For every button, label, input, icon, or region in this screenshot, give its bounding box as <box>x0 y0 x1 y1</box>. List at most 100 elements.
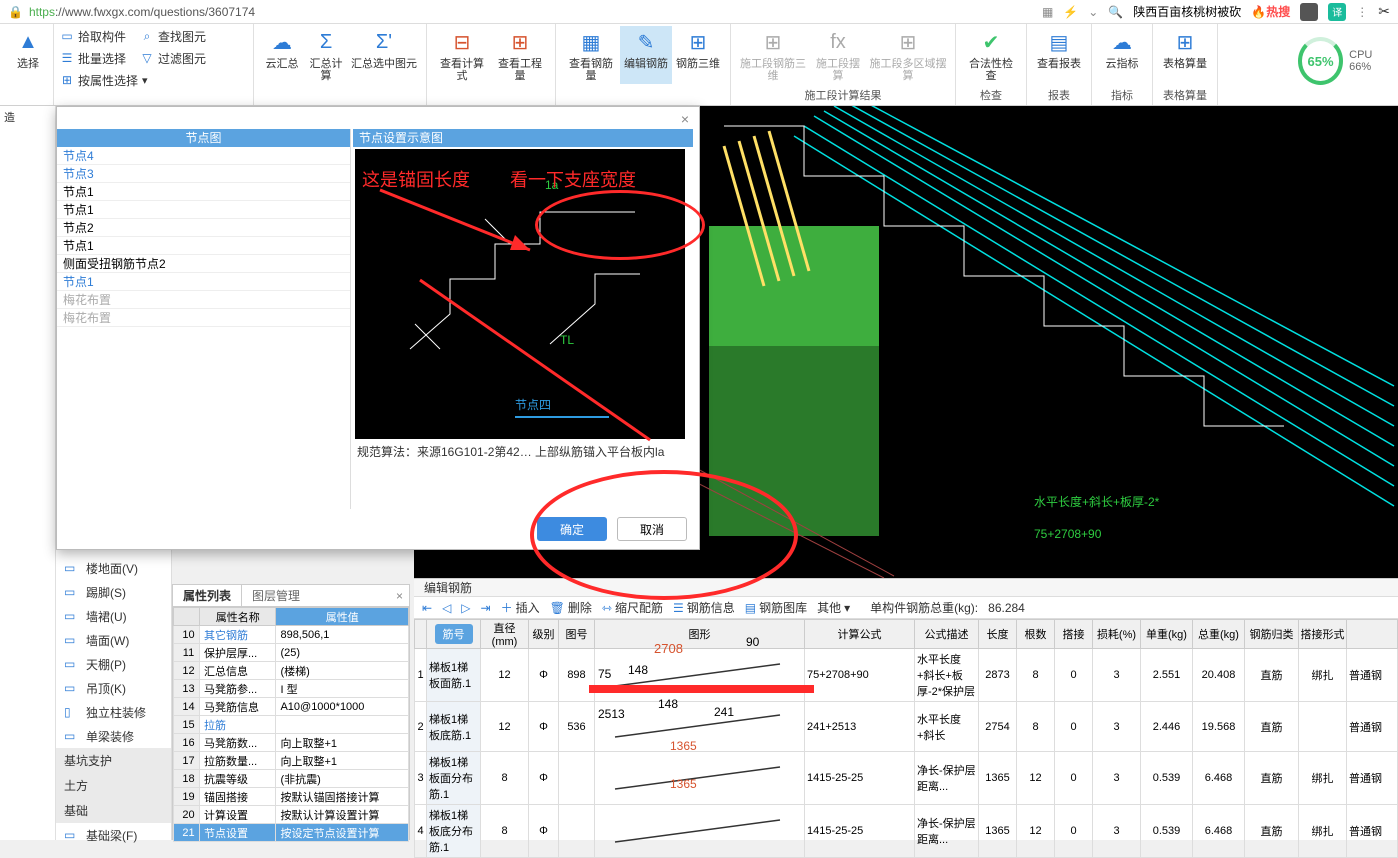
col-name-header[interactable]: 筋号 <box>435 624 473 644</box>
tree-wainscot[interactable]: ▭墙裙(U) <box>56 604 171 628</box>
info-icon: ☰ <box>673 601 684 615</box>
view-report-button[interactable]: ▤查看报表 <box>1033 26 1085 72</box>
info-button[interactable]: ☰钢筋信息 <box>673 599 735 616</box>
prev-icon: ◁ <box>442 601 451 615</box>
batch-select[interactable]: ☰批量选择 <box>60 48 126 68</box>
rebar-3d-button[interactable]: ⊞钢筋三维 <box>672 26 724 84</box>
tree-beam[interactable]: ▭单梁装修 <box>56 724 171 748</box>
node-row-3[interactable]: 节点3 <box>57 165 350 183</box>
nav-first[interactable]: ⇤ <box>422 601 432 615</box>
node-row[interactable]: 节点1 <box>57 201 350 219</box>
cloud-index-button[interactable]: ☁云指标 <box>1098 26 1146 72</box>
preview-title: 节点设置示意图 <box>353 129 693 147</box>
close-icon[interactable]: × <box>681 111 689 127</box>
prop-row[interactable]: 马凳筋信息 <box>200 698 276 716</box>
url-protocol: https <box>29 5 55 19</box>
prop-row[interactable]: 拉筋 <box>200 716 276 734</box>
nav-prev[interactable]: ◁ <box>442 601 451 615</box>
find-element[interactable]: ⌕查找图元 <box>140 26 206 46</box>
sum-calc-button[interactable]: Σ汇总计算 <box>304 26 348 84</box>
tab-layers[interactable]: 图层管理 <box>242 585 310 606</box>
rebar-row[interactable]: 4梯板1梯板底分布筋.18Φ 1415-25-25净长-保护层距离...1365… <box>415 805 1398 858</box>
sec-earth[interactable]: 土方 <box>56 773 171 798</box>
node-row[interactable]: 节点1 <box>57 273 350 291</box>
cursor-icon: ▲ <box>14 28 42 56</box>
rebar-row[interactable]: 2梯板1梯板底筋.112Φ536 241+2513水平长度+斜长27548032… <box>415 702 1398 752</box>
node-row-meihua[interactable]: 梅花布置 <box>57 309 350 327</box>
annotation-underline <box>589 685 814 693</box>
chevron-down-icon[interactable]: ⌄ <box>1088 5 1098 19</box>
node-row-4[interactable]: 节点4 <box>57 147 350 165</box>
view-qty-button[interactable]: ⊞查看工程量 <box>491 26 549 84</box>
tree-column[interactable]: ▯独立柱装修 <box>56 700 171 724</box>
extension-icon[interactable] <box>1300 3 1318 21</box>
nav-last[interactable]: ⇥ <box>481 601 491 615</box>
bolt-icon[interactable]: ⚡ <box>1063 5 1078 19</box>
graph-val: 2708 <box>654 641 683 656</box>
prop-row[interactable]: 保护层厚... <box>200 644 276 662</box>
apps-icon[interactable]: ▦ <box>1042 5 1053 19</box>
wainscot-icon: ▭ <box>64 609 80 623</box>
pick-component[interactable]: ▭拾取构件 <box>60 26 126 46</box>
sec-foundation[interactable]: 基础 <box>56 798 171 823</box>
prop-row[interactable]: 马凳筋数... <box>200 734 276 752</box>
scale-button[interactable]: ⇿缩尺配筋 <box>602 599 663 616</box>
skirting-icon: ▭ <box>64 585 80 599</box>
tab-properties[interactable]: 属性列表 <box>173 585 242 606</box>
tree-floor[interactable]: ▭楼地面(V) <box>56 556 171 580</box>
graph-val: 148 <box>628 663 648 677</box>
node-row[interactable]: 节点1 <box>57 237 350 255</box>
prop-row[interactable]: 马凳筋参... <box>200 680 276 698</box>
node-row-twist[interactable]: 侧面受扭钢筋节点2 <box>57 255 350 273</box>
tree-suspended[interactable]: ▭吊顶(K) <box>56 676 171 700</box>
table-calc-button[interactable]: ⊞表格算量 <box>1159 26 1211 72</box>
sec-pit[interactable]: 基坑支护 <box>56 748 171 773</box>
rebar-row[interactable]: 1梯板1梯板面筋.112Φ898 75+2708+90水平长度+斜长+板厚-2*… <box>415 649 1398 702</box>
validity-check-button[interactable]: ✔合法性检查 <box>962 26 1020 84</box>
prop-row[interactable]: 其它钢筋 <box>200 626 276 644</box>
prop-row[interactable]: 计算设置 <box>200 806 276 824</box>
tree-foundation-beam[interactable]: ▭基础梁(F) <box>56 823 171 847</box>
tree-skirting[interactable]: ▭踢脚(S) <box>56 580 171 604</box>
tree-ceiling[interactable]: ▭天棚(P) <box>56 652 171 676</box>
view-formula-button[interactable]: ⊟查看计算式 <box>433 26 491 84</box>
insert-button[interactable]: ＋插入 <box>501 599 540 616</box>
more-icon[interactable]: ⋮ <box>1356 5 1368 19</box>
select-button[interactable]: ▲ 选择 <box>6 26 50 72</box>
cloud-sum-button[interactable]: ☁云汇总 <box>260 26 304 84</box>
node-row-meihua[interactable]: 梅花布置 <box>57 291 350 309</box>
close-icon[interactable]: × <box>390 585 409 606</box>
node-row[interactable]: 节点1 <box>57 183 350 201</box>
total-label: 单构件钢筋总重(kg): <box>870 599 978 616</box>
hot-badge: 🔥热搜 <box>1251 3 1290 20</box>
prop-row[interactable]: 锚固搭接 <box>200 788 276 806</box>
prop-row[interactable]: 汇总信息 <box>200 662 276 680</box>
lib-button[interactable]: ▤钢筋图库 <box>745 599 807 616</box>
nav-next[interactable]: ▷ <box>461 601 470 615</box>
select-by-attr[interactable]: ⊞按属性选择 ▾ <box>60 70 148 90</box>
formula-icon: ⊟ <box>448 28 476 56</box>
suspended-icon: ▭ <box>64 681 80 695</box>
other-button[interactable]: 其他 ▾ <box>817 599 850 616</box>
view-rebar-button[interactable]: ▦查看钢筋量 <box>562 26 620 84</box>
strip-item[interactable]: 造 <box>0 106 55 128</box>
edit-rebar-button[interactable]: ✎编辑钢筋 <box>620 26 672 84</box>
prop-row-selected[interactable]: 节点设置 <box>200 824 276 842</box>
tree-wall[interactable]: ▭墙面(W) <box>56 628 171 652</box>
translate-icon[interactable]: 译 <box>1328 3 1346 21</box>
prop-row[interactable]: 拉筋数量... <box>200 752 276 770</box>
dialog-node-list: 节点图 节点4 节点3 节点1 节点1 节点2 节点1 侧面受扭钢筋节点2 节点… <box>57 129 351 509</box>
sum-selected-button[interactable]: Σ'汇总选中图元 <box>348 26 420 84</box>
delete-button[interactable]: 🗑删除 <box>550 599 592 616</box>
property-panel: 属性列表 图层管理 × 属性名称属性值 10其它钢筋898,506,1 11保护… <box>172 584 410 840</box>
search-text[interactable]: 陕西百亩核桃树被砍 <box>1133 3 1241 20</box>
cpu-widget: 65% CPU 66% <box>1298 28 1394 94</box>
prop-row[interactable]: 抗震等级 <box>200 770 276 788</box>
lib-icon: ▤ <box>745 601 756 615</box>
rebar-row[interactable]: 3梯板1梯板面分布筋.18Φ 1415-25-25净长-保护层距离...1365… <box>415 752 1398 805</box>
scissors-icon[interactable]: ✂ <box>1378 3 1390 20</box>
index-group-label: 指标 <box>1098 85 1146 103</box>
cloud-icon: ☁ <box>268 28 296 56</box>
node-row[interactable]: 节点2 <box>57 219 350 237</box>
filter-element[interactable]: ▽过滤图元 <box>140 48 206 68</box>
